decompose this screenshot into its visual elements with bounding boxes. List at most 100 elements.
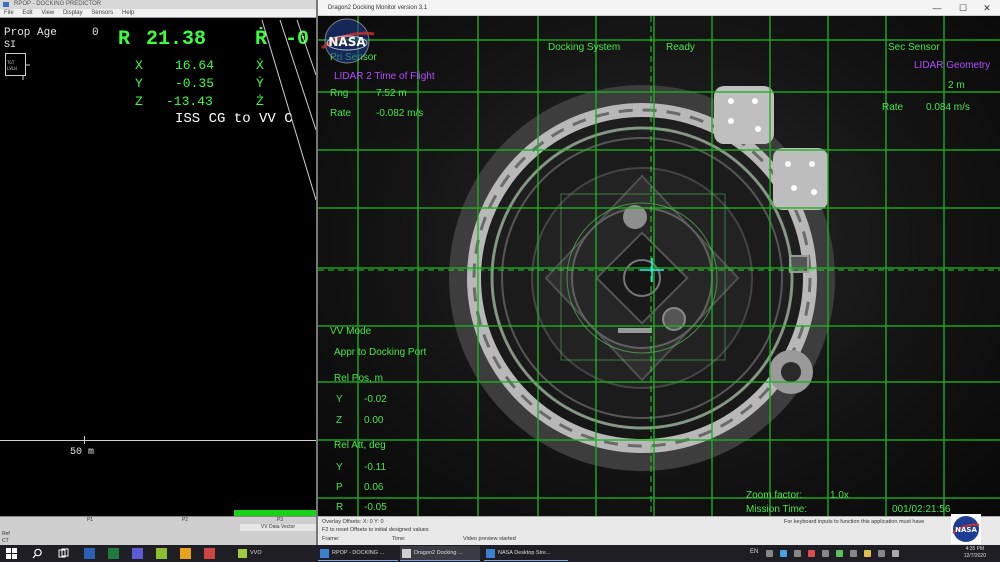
taskbar-app-nasa-desktop[interactable]: NASA Desktop Stre...	[484, 546, 568, 561]
nasa-logo-icon: NASA	[321, 18, 375, 64]
nasa-corner-logo: NASA	[951, 514, 981, 544]
side-label-ref: Ref	[2, 531, 10, 537]
task-view-icon[interactable]	[58, 548, 69, 559]
reset-hint-text: F2 to reset Offsets to initial designed …	[322, 527, 429, 533]
sec-rate-value: 0.084 m/s	[926, 102, 970, 113]
vv-mode-label: VV Mode	[330, 326, 372, 337]
rpop-window: RPOP - DOCKING PREDICTOR File Edit View …	[0, 0, 316, 545]
sec-rng-value: 2 m	[948, 80, 965, 91]
nasa-corner-text: NASA	[955, 526, 977, 534]
rate-value: -0.082 m/s	[376, 108, 424, 119]
rpop-app-icon	[320, 549, 329, 558]
docking-system-label: Docking System	[548, 42, 621, 53]
docking-monitor-app-icon	[402, 549, 411, 558]
docking-monitor-window: Dragon2 Docking Monitor version 3.1 — ☐ …	[316, 0, 1000, 545]
docking-monitor-title: Dragon2 Docking Monitor version 3.1	[328, 5, 428, 11]
rel-pos-y-value: -0.02	[364, 394, 387, 405]
pri-sensor-type: LIDAR 2 Time of Flight	[334, 71, 435, 82]
docking-monitor-titlebar[interactable]: Dragon2 Docking Monitor version 3.1 — ☐ …	[318, 0, 1000, 16]
taskbar-app-label: RPOP - DOCKING ...	[332, 550, 385, 556]
tray-icon[interactable]	[864, 550, 871, 557]
language-indicator[interactable]: EN	[750, 549, 758, 555]
bottom-label-p1: P1	[86, 517, 94, 523]
taskbar-app-docking-monitor[interactable]: Dragon2 Docking ...	[400, 546, 480, 561]
approach-lines	[261, 19, 316, 201]
volume-icon[interactable]	[892, 550, 899, 557]
network-icon[interactable]	[878, 550, 885, 557]
sec-sensor-label: Sec Sensor	[888, 42, 940, 53]
video-status-text: Video preview started	[463, 536, 516, 542]
nasa-logo-text: NASA	[328, 35, 366, 49]
minimize-button[interactable]: —	[926, 0, 948, 16]
taskbar-app-vvo[interactable]: VVO	[236, 546, 316, 561]
word-icon[interactable]	[84, 548, 95, 559]
tray-icon[interactable]	[822, 550, 829, 557]
tray-icon[interactable]	[808, 550, 815, 557]
time-label: Time:	[392, 536, 406, 542]
bottom-label-p2: P2	[181, 517, 189, 523]
frame-label: Frame:	[322, 536, 340, 542]
rel-att-y-label: Y	[336, 462, 343, 473]
folder-icon[interactable]	[180, 548, 191, 559]
vvo-app-icon	[238, 549, 247, 558]
sec-rate-label: Rate	[882, 102, 904, 113]
rel-pos-y-label: Y	[336, 394, 343, 405]
side-label-ct: CT	[2, 538, 9, 544]
sec-sensor-type: LIDAR Geometry	[914, 60, 991, 71]
taskbar-app-label: NASA Desktop Stre...	[498, 550, 551, 556]
app-icon-green[interactable]	[156, 548, 167, 559]
rel-pos-z-label: Z	[336, 415, 343, 426]
taskbar: VVO RPOP - DOCKING ... Dragon2 Docking .…	[0, 545, 1000, 562]
overlay-offsets-text: Overlay Offsets: X: 0 Y: 0	[322, 519, 384, 525]
tray-icon[interactable]	[766, 550, 773, 557]
keyboard-hint-text: For keyboard inputs to function this app…	[784, 519, 925, 525]
search-icon[interactable]	[32, 548, 43, 559]
app-icon-red[interactable]	[204, 548, 215, 559]
maximize-button[interactable]: ☐	[952, 0, 974, 16]
docking-system-status: Ready	[666, 42, 695, 53]
docking-port-image	[318, 16, 1000, 516]
clock-time: 4:35 PM	[965, 546, 985, 552]
windows-start-icon[interactable]	[6, 548, 17, 559]
active-indicator	[318, 560, 398, 561]
rng-value: 7.52 m	[376, 88, 407, 99]
rel-att-y-value: -0.11	[364, 462, 387, 473]
docking-monitor-statusbar: Overlay Offsets: X: 0 Y: 0 F2 to reset O…	[318, 516, 1000, 545]
app-icon-purple[interactable]	[132, 548, 143, 559]
nasa-desktop-app-icon	[486, 549, 495, 558]
clock-date: 12/7/2020	[963, 553, 986, 559]
active-indicator	[400, 560, 480, 561]
tray-icon[interactable]	[850, 550, 857, 557]
zoom-label: Zoom factor:	[746, 490, 803, 501]
rpop-bottom-bar: P1 P2 P3 VV Data Vector Ref CT	[0, 516, 316, 545]
excel-icon[interactable]	[108, 548, 119, 559]
rel-att-label: Rel Att, deg	[334, 440, 386, 451]
rel-att-p-value: 0.06	[364, 482, 384, 493]
camera-view[interactable]: Pri Sensor LIDAR 2 Time of Flight Rng 7.…	[318, 16, 1000, 516]
clock[interactable]: 4:35 PM 12/7/2020	[964, 546, 986, 560]
system-tray: EN 4:35 PM 12/7/2020	[750, 545, 1000, 562]
rel-att-p-label: P	[336, 482, 343, 493]
scale-label: 50 m	[70, 447, 95, 458]
rel-pos-label: Rel Pos, m	[334, 373, 383, 384]
vv-mode-value: Appr to Docking Port	[334, 347, 427, 358]
close-button[interactable]: ✕	[976, 0, 998, 16]
zoom-value: 1.0x	[830, 490, 849, 501]
taskbar-app-label: Dragon2 Docking ...	[414, 550, 463, 556]
vv-data-vector-button[interactable]: VV Data Vector	[240, 524, 316, 531]
rel-att-r-value: -0.05	[364, 502, 387, 513]
rng-label: Rng	[330, 88, 349, 99]
rel-pos-z-value: 0.00	[364, 415, 384, 426]
mission-time-label: Mission Time:	[746, 504, 808, 515]
taskbar-app-rpop[interactable]: RPOP - DOCKING ...	[318, 546, 398, 561]
nasa-meatball-icon: NASA	[952, 516, 980, 542]
tray-icon[interactable]	[794, 550, 801, 557]
rate-label: Rate	[330, 108, 352, 119]
taskbar-app-label: VVO	[250, 550, 262, 556]
bottom-label-p3: P3	[276, 517, 284, 523]
scale-tick	[84, 436, 85, 444]
tray-icon[interactable]	[836, 550, 843, 557]
active-indicator	[484, 560, 568, 561]
tray-icon[interactable]	[780, 550, 787, 557]
mission-time-value: 001/02:21:56	[892, 504, 951, 515]
